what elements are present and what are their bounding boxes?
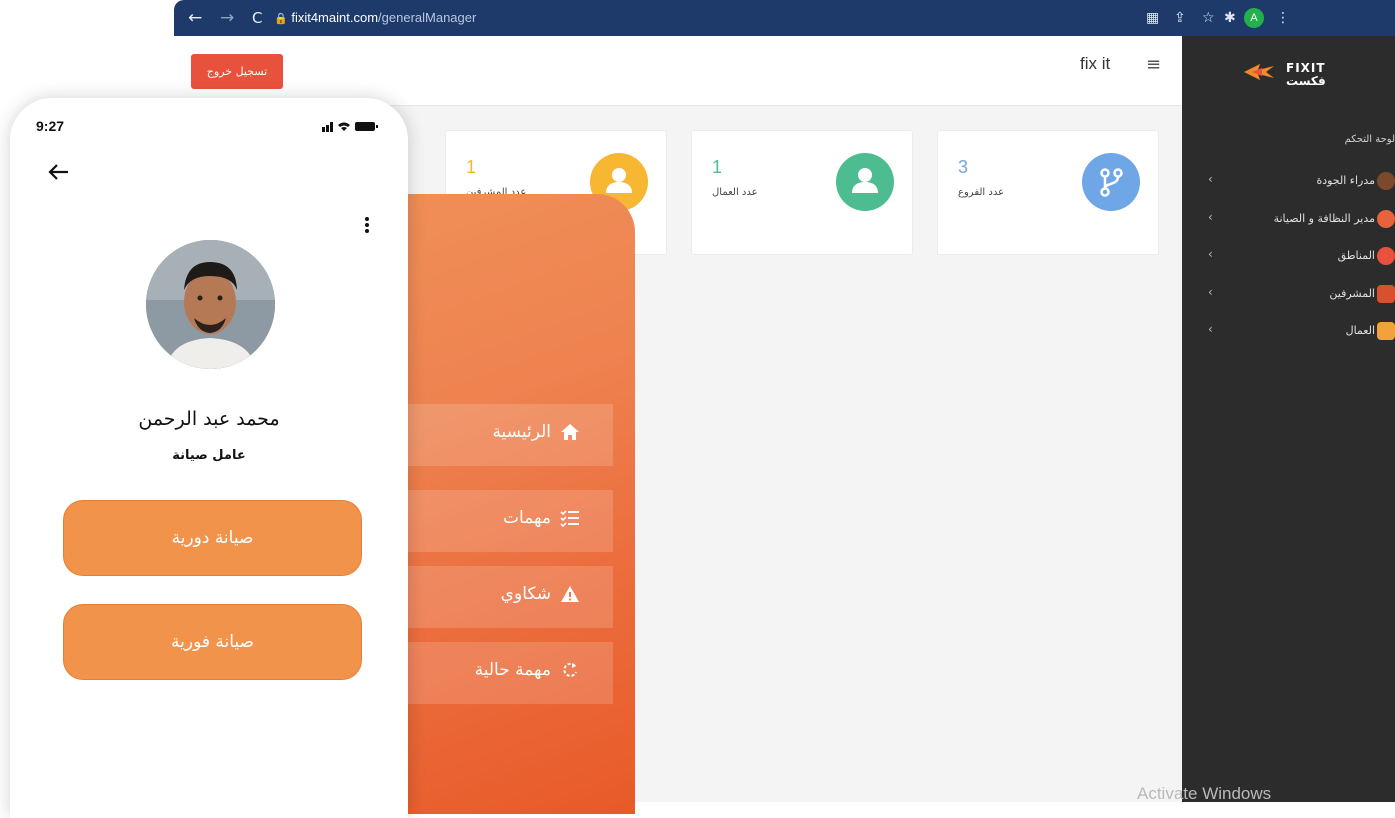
pin-icon xyxy=(1377,247,1395,265)
stat-value: 1 xyxy=(712,157,723,177)
manager-icon xyxy=(1377,172,1395,190)
sidebar-item-label: العمال xyxy=(1345,324,1375,337)
user-icon xyxy=(836,153,894,211)
translate-icon[interactable]: ▦ xyxy=(1146,8,1159,28)
supervisor-icon xyxy=(1377,285,1395,303)
menu-item-label: الرئيسية xyxy=(492,422,551,442)
stat-card-branches: 3 عدد الفروع xyxy=(937,130,1159,255)
person-name: محمد عبد الرحمن xyxy=(138,408,280,430)
url-domain: fixit4maint.com xyxy=(291,10,379,25)
chevron-left-icon: ‹ xyxy=(1208,172,1213,186)
phone-screen: 9:27 محمد عبد الرحمن عامل صيانة صيانة دو… xyxy=(10,98,408,818)
stat-value: 3 xyxy=(958,157,969,177)
sidebar-item-supervisors[interactable]: ‹ المشرفين xyxy=(1182,285,1395,305)
chevron-left-icon: ‹ xyxy=(1208,285,1213,299)
share-icon[interactable]: ⇪ xyxy=(1174,8,1186,28)
menu-item-label: مهمات xyxy=(503,508,551,528)
refresh-icon xyxy=(563,662,577,677)
app-header: تسجيل خروج fix it ≡ xyxy=(174,36,1182,106)
stat-card-workers: 1 عدد العمال xyxy=(691,130,913,255)
sidebar-item-label: المناطق xyxy=(1337,249,1375,262)
stat-value: 1 xyxy=(466,157,477,177)
person-role: عامل صيانة xyxy=(172,448,246,463)
sidebar-item-label: المشرفين xyxy=(1329,287,1375,300)
forward-nav-icon[interactable]: → xyxy=(220,8,234,28)
sidebar: FIXIT فكست لوحة التحكم ‹ مدراء الجودة ‹ … xyxy=(1182,36,1395,802)
stat-label: عدد العمال xyxy=(712,187,758,198)
star-icon[interactable]: ☆ xyxy=(1202,8,1215,28)
activate-windows-watermark: Activate Windows xyxy=(1137,784,1272,803)
brand-title: fix it xyxy=(1080,54,1111,73)
back-arrow-icon[interactable] xyxy=(46,160,72,184)
browser-toolbar: ← → C 🔒 fixit4maint.com/generalManager ▦… xyxy=(174,0,1395,36)
home-icon xyxy=(561,424,579,440)
dashboard-link[interactable]: لوحة التحكم xyxy=(1345,134,1395,145)
menu-item-label: شكاوي xyxy=(500,584,551,604)
lock-icon: 🔒 xyxy=(274,13,288,25)
menu-item-tasks[interactable]: مهمات xyxy=(408,490,613,552)
sidebar-item-cleaning-manager[interactable]: ‹ مدير النظافة و الصيانة xyxy=(1182,210,1395,230)
bulb-icon xyxy=(1377,210,1395,228)
reload-icon[interactable]: C xyxy=(252,8,262,28)
warning-icon xyxy=(561,586,579,602)
menu-item-label: مهمة حالية xyxy=(474,660,551,680)
periodic-maintenance-button[interactable]: صيانة دورية xyxy=(63,500,362,576)
chevron-left-icon: ‹ xyxy=(1208,322,1213,336)
menu-dots-icon[interactable]: ⋮ xyxy=(1276,8,1290,28)
stat-label: عدد الفروع xyxy=(958,187,1005,198)
sidebar-item-label: مدراء الجودة xyxy=(1316,174,1375,187)
tasks-list-icon xyxy=(560,510,579,528)
signal-wifi-battery-icon xyxy=(322,122,378,132)
menu-item-current-task[interactable]: مهمة حالية xyxy=(408,642,613,704)
sidebar-item-workers[interactable]: ‹ العمال xyxy=(1182,322,1395,342)
back-nav-icon[interactable]: ← xyxy=(188,8,202,28)
urgent-maintenance-button[interactable]: صيانة فورية xyxy=(63,604,362,680)
svg-text:فكست: فكست xyxy=(1286,74,1326,88)
extensions-icon[interactable]: ✱ xyxy=(1224,8,1236,28)
url-path: /generalManager xyxy=(378,10,477,25)
logout-button[interactable]: تسجيل خروج xyxy=(191,54,283,89)
branch-icon xyxy=(1082,153,1140,211)
menu-item-home[interactable]: الرئيسية xyxy=(408,404,613,466)
sidebar-item-quality-managers[interactable]: ‹ مدراء الجودة xyxy=(1182,172,1395,192)
address-bar[interactable]: 🔒 fixit4maint.com/generalManager xyxy=(274,7,1174,29)
chevron-left-icon: ‹ xyxy=(1208,247,1213,261)
fixit-logo: FIXIT فكست xyxy=(1240,56,1360,88)
sidebar-item-label: مدير النظافة و الصيانة xyxy=(1273,212,1375,225)
hamburger-menu-icon[interactable]: ≡ xyxy=(1146,54,1161,75)
avatar xyxy=(146,240,275,369)
svg-text:FIXIT: FIXIT xyxy=(1286,61,1326,75)
chevron-left-icon: ‹ xyxy=(1208,210,1213,224)
profile-avatar[interactable]: A xyxy=(1244,8,1264,28)
status-time: 9:27 xyxy=(36,118,65,134)
sidebar-item-areas[interactable]: ‹ المناطق xyxy=(1182,247,1395,267)
kebab-menu-icon[interactable] xyxy=(364,216,370,234)
menu-item-complaints[interactable]: شكاوي xyxy=(408,566,613,628)
worker-icon xyxy=(1377,322,1395,340)
